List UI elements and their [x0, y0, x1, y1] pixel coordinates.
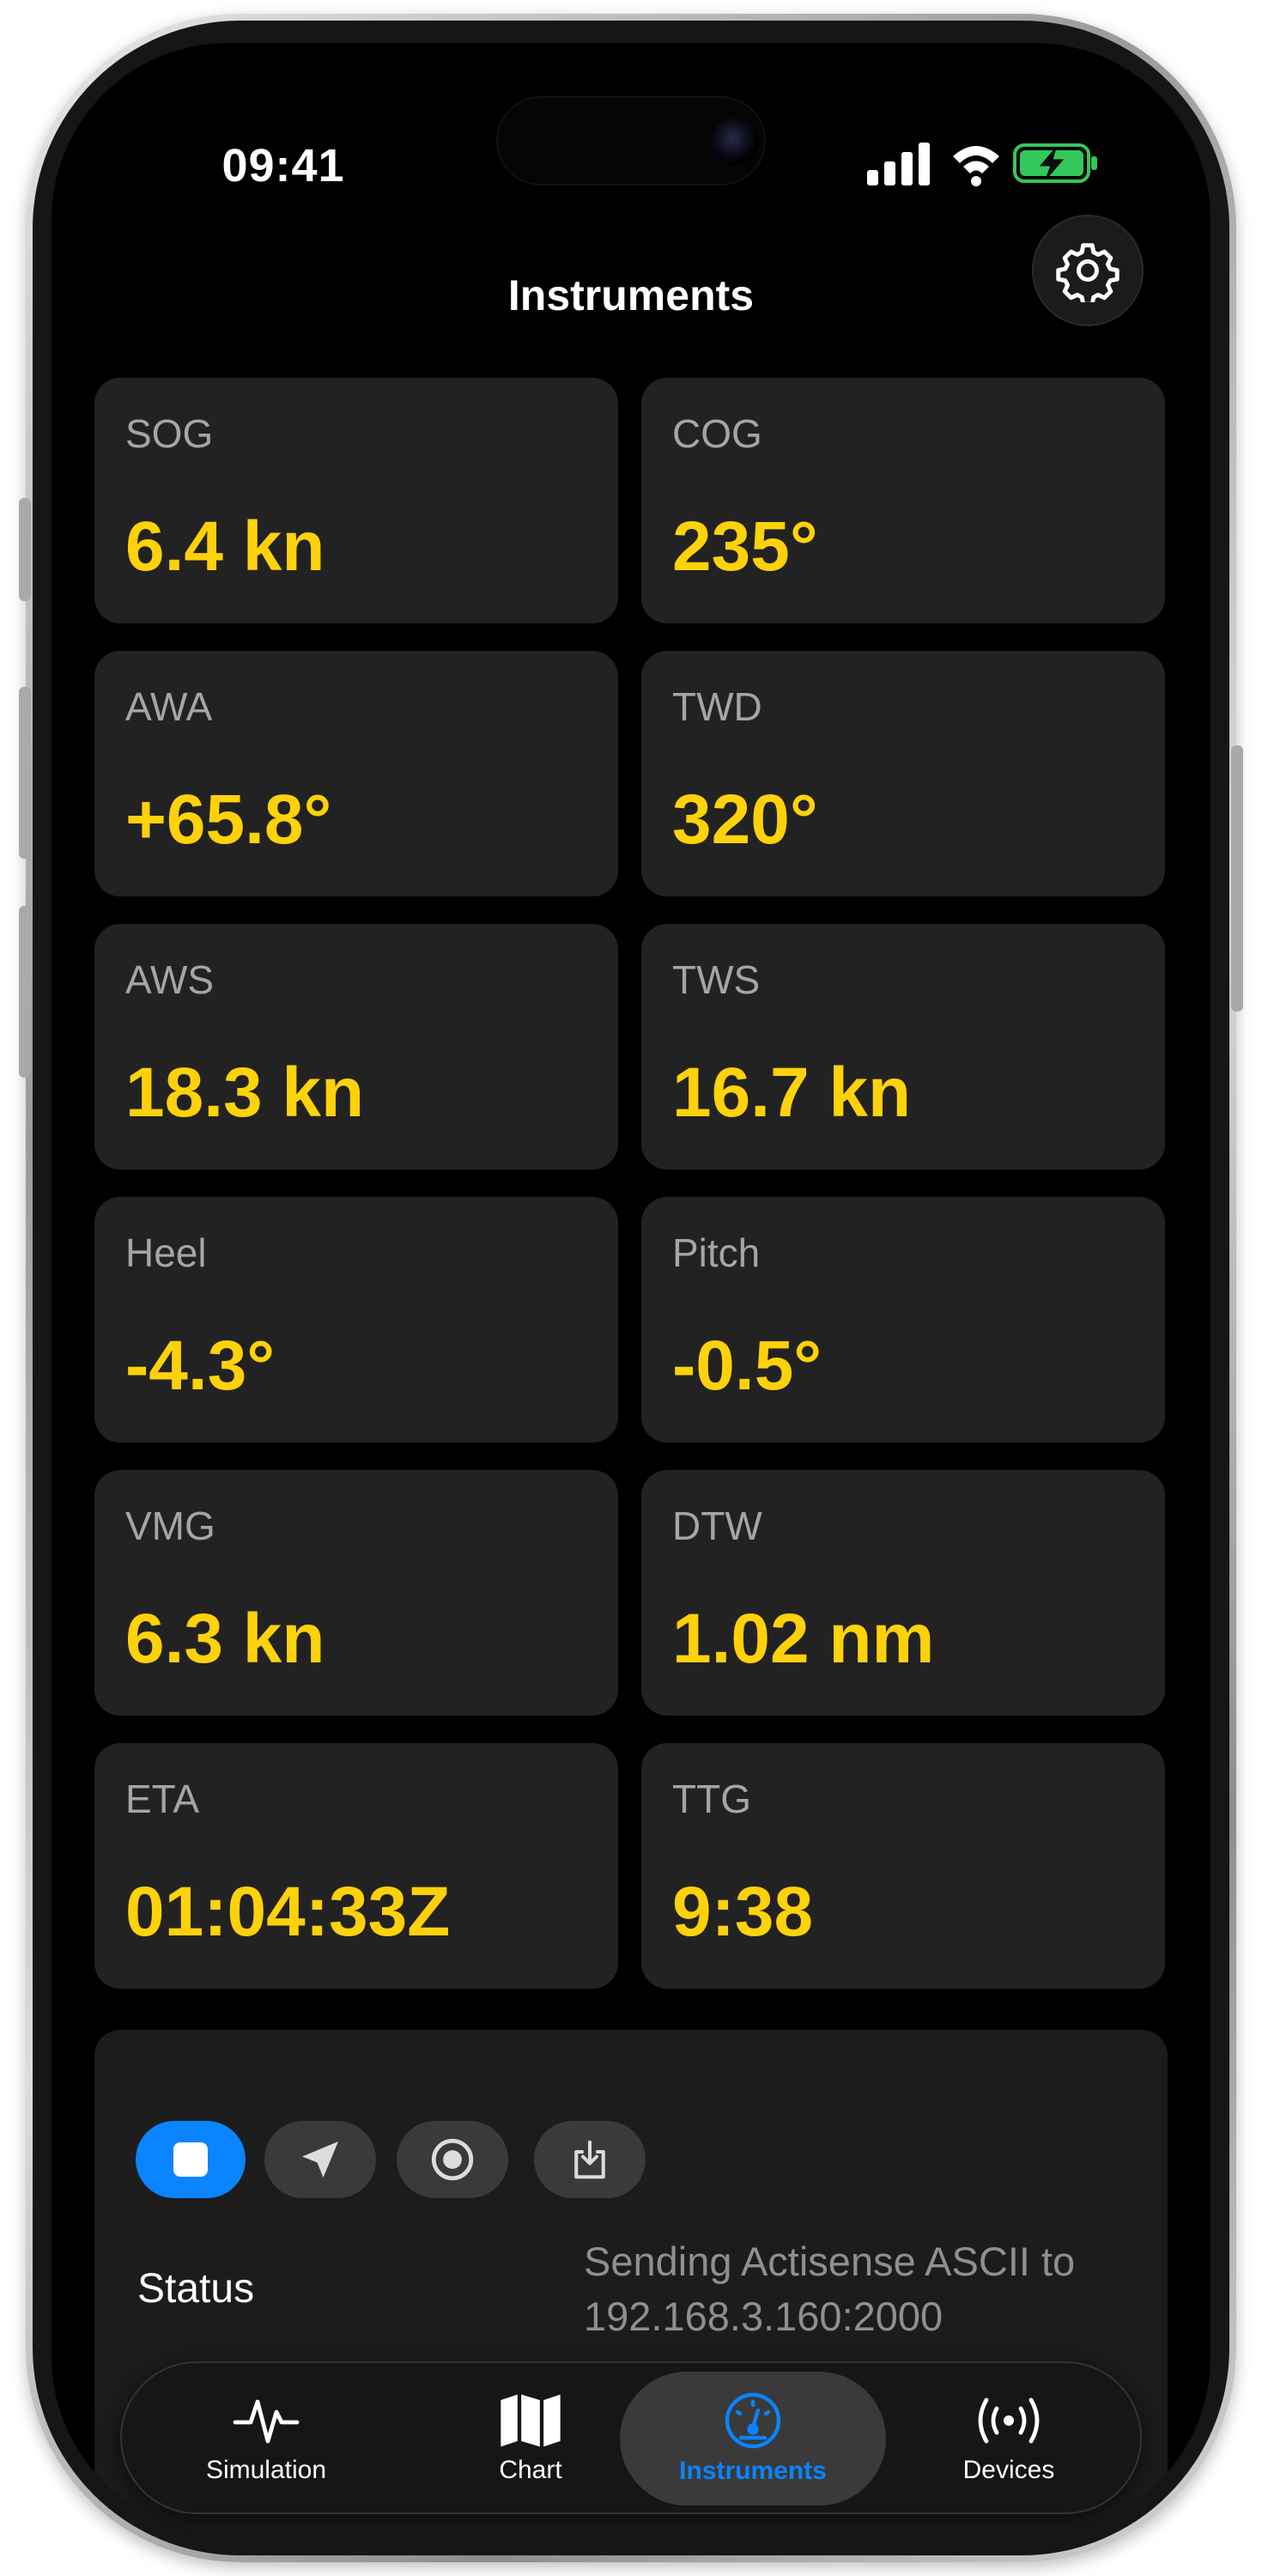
tile-value: 01:04:33Z	[125, 1873, 451, 1951]
gauge-icon	[725, 2392, 781, 2449]
tab-instruments[interactable]: Instruments	[628, 2361, 877, 2514]
camera-icon	[711, 117, 759, 165]
tile-label: Pitch	[672, 1230, 761, 1275]
tile-label: VMG	[125, 1504, 215, 1548]
tile-value: -0.5°	[672, 1327, 822, 1405]
paperplane-icon	[302, 2142, 338, 2178]
tile-value: +65.8°	[125, 781, 332, 859]
tile-value: -4.3°	[125, 1327, 276, 1405]
wifi-icon	[953, 146, 999, 186]
tab-label: Chart	[499, 2456, 562, 2484]
status-icons	[867, 132, 1107, 192]
tile-awa: AWA +65.8°	[94, 651, 618, 896]
tile-dtw: DTW 1.02 nm	[641, 1470, 1165, 1716]
volume-down-button	[19, 906, 31, 1078]
broadcast-icon	[978, 2397, 1040, 2444]
tile-label: COG	[672, 411, 762, 456]
tile-label: AWA	[125, 684, 213, 729]
tile-value: 9:38	[672, 1873, 814, 1951]
tab-simulation[interactable]: Simulation	[155, 2361, 378, 2514]
action-button	[19, 498, 31, 601]
tile-label: AWS	[125, 957, 215, 1002]
tile-label: DTW	[672, 1504, 762, 1548]
tile-value: 235°	[672, 507, 818, 586]
tile-heel: Heel -4.3°	[94, 1197, 618, 1443]
tile-label: SOG	[125, 411, 214, 456]
tile-vmg: VMG 6.3 kn	[94, 1470, 618, 1716]
battery-charging-icon	[1013, 143, 1097, 183]
tile-label: TWD	[672, 684, 762, 729]
status-time: 09:41	[221, 140, 345, 191]
gear-icon	[1056, 243, 1119, 302]
tile-tws: TWS 16.7 kn	[641, 924, 1165, 1170]
tab-chart[interactable]: Chart	[436, 2361, 625, 2514]
tile-label: TWS	[672, 957, 761, 1002]
stop-button[interactable]	[136, 2121, 246, 2198]
tray-arrow-down-icon	[574, 2140, 605, 2179]
tile-label: Heel	[125, 1230, 207, 1275]
send-button[interactable]	[264, 2121, 376, 2198]
status-label: Status	[137, 2266, 255, 2312]
tile-value: 1.02 nm	[672, 1600, 935, 1678]
tile-label: TTG	[672, 1777, 751, 1821]
tab-label: Instruments	[679, 2457, 827, 2485]
tile-sog: SOG 6.4 kn	[94, 378, 618, 623]
waveform-icon	[233, 2399, 300, 2444]
screen: 09:41 Instruments SOG 6.4 kn COG 235° AW…	[52, 43, 1210, 2533]
tile-value: 18.3 kn	[125, 1054, 365, 1132]
tile-value: 16.7 kn	[672, 1054, 912, 1132]
stop-icon	[173, 2142, 208, 2177]
tile-ttg: TTG 9:38	[641, 1743, 1165, 1989]
tile-twd: TWD 320°	[641, 651, 1165, 896]
tile-pitch: Pitch -0.5°	[641, 1197, 1165, 1443]
tile-cog: COG 235°	[641, 378, 1165, 623]
tab-label: Simulation	[205, 2456, 327, 2484]
volume-up-button	[19, 687, 31, 859]
power-button	[1231, 745, 1243, 1012]
tile-value: 320°	[672, 781, 818, 859]
map-icon	[501, 2394, 561, 2447]
tile-aws: AWS 18.3 kn	[94, 924, 618, 1170]
tile-label: ETA	[125, 1777, 200, 1821]
cellular-signal-icon	[867, 143, 930, 185]
settings-button[interactable]	[1032, 215, 1144, 326]
tile-value: 6.3 kn	[125, 1600, 325, 1678]
import-button[interactable]	[534, 2121, 646, 2198]
status-value: Sending Actisense ASCII to 192.168.3.160…	[584, 2239, 1076, 2339]
record-button[interactable]	[397, 2121, 508, 2198]
tile-value: 6.4 kn	[125, 507, 325, 586]
tab-devices[interactable]: Devices	[910, 2361, 1107, 2514]
tile-eta: ETA 01:04:33Z	[94, 1743, 618, 1989]
record-icon	[431, 2138, 474, 2181]
tab-label: Devices	[962, 2456, 1055, 2484]
